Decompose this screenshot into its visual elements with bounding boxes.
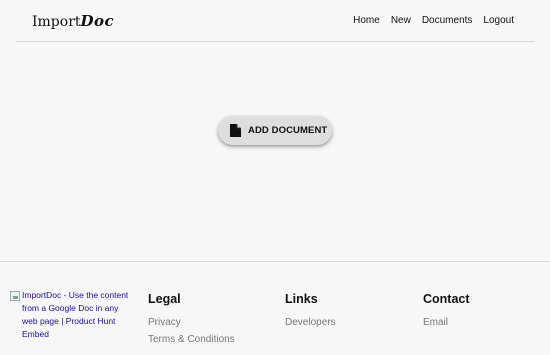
embed-alt-text: ImportDoc - Use the content from a Googl…	[22, 290, 129, 339]
site-footer: ImportDoc - Use the content from a Googl…	[0, 261, 550, 355]
nav-home-link[interactable]: Home	[353, 15, 380, 26]
broken-image-icon	[10, 291, 20, 301]
app-logo[interactable]: ImportDoc	[32, 12, 114, 30]
footer-links-heading: Links	[285, 292, 318, 306]
document-icon	[230, 124, 241, 137]
footer-email-link[interactable]: Email	[423, 317, 470, 328]
add-document-label: ADD DOCUMENT	[248, 125, 328, 136]
logo-prefix: Import	[32, 14, 81, 30]
top-nav-bar: ImportDoc Home New Documents Logout	[16, 0, 534, 42]
footer-legal-column: Legal Privacy Terms & Conditions	[148, 292, 235, 351]
footer-terms-link[interactable]: Terms & Conditions	[148, 334, 235, 345]
footer-developers-link[interactable]: Developers	[285, 317, 336, 328]
footer-links-column: Links Developers	[285, 292, 336, 334]
logo-suffix: Doc	[80, 12, 115, 30]
nav-documents-link[interactable]: Documents	[422, 15, 473, 26]
add-document-button[interactable]: ADD DOCUMENT	[218, 116, 332, 145]
footer-contact-heading: Contact	[423, 292, 470, 306]
product-hunt-embed-link[interactable]: ImportDoc - Use the content from a Googl…	[10, 289, 130, 341]
footer-privacy-link[interactable]: Privacy	[148, 317, 235, 328]
footer-contact-column: Contact Email	[423, 292, 470, 334]
footer-legal-heading: Legal	[148, 292, 181, 306]
nav-logout-link[interactable]: Logout	[483, 15, 514, 26]
nav-new-link[interactable]: New	[391, 15, 411, 26]
main-nav: Home New Documents Logout	[353, 15, 514, 26]
